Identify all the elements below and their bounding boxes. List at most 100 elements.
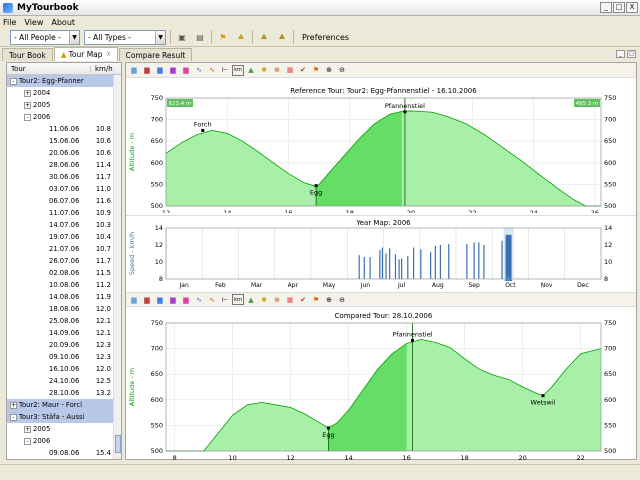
check-icon[interactable]: ✔ [297,65,309,76]
check-icon[interactable]: ✔ [297,294,309,305]
people-select[interactable]: - All People - ▼ [10,29,80,45]
tab-compare-result[interactable]: Compare Result [118,48,193,61]
tree-row[interactable]: 25.08.06 12.1 [7,315,121,327]
year-map-chart[interactable]: Year Map: 2006 Speed - km/h 8 8 10 10 12 12 14 14… [126,215,636,290]
speed-graph-icon[interactable]: ▆ [154,294,166,305]
pace-graph-icon[interactable]: ▆ [167,65,179,76]
gradient-graph-icon[interactable]: ∿ [206,65,218,76]
tree-row[interactable]: 19.07.06 10.4 [7,231,121,243]
zoom-fit-icon[interactable]: ▲ [245,294,257,305]
tree-row[interactable]: +2004 [7,87,121,99]
sync-icon[interactable]: ⊕ [271,65,283,76]
time-axis-icon[interactable]: ⊢ [219,65,231,76]
temperature-graph-icon[interactable]: ∿ [193,65,205,76]
tree-row[interactable]: 14.09.06 12.1 [7,327,121,339]
tree-row[interactable]: +2005 [7,423,121,435]
expand-icon[interactable]: + [24,425,31,433]
tree-row[interactable]: 16.10.06 12.0 [7,363,121,375]
marker-flag-icon[interactable]: ⚑ [310,294,322,305]
menu-about[interactable]: About [51,18,75,27]
expand-icon[interactable]: + [10,401,17,409]
expand-icon[interactable]: + [24,101,31,109]
heartbeat-graph-icon[interactable]: ▆ [141,294,153,305]
tree-row[interactable]: 02.08.06 11.5 [7,267,121,279]
reference-tour-chart[interactable]: Reference Tour: Tour2: Egg-Pfannenstiel … [126,78,636,217]
tour-type-select[interactable]: - All Types - ▼ [84,29,166,45]
collapse-icon[interactable]: - [10,77,17,85]
tree-row[interactable]: 26.07.06 11.7 [7,255,121,267]
scrollbar-thumb[interactable] [115,435,121,453]
heartbeat-graph-icon[interactable]: ▆ [141,65,153,76]
tree-row[interactable]: 20.09.06 12.3 [7,339,121,351]
tour-flag-icon[interactable]: ⚑ [216,30,230,44]
zoom-fit-icon[interactable]: ▲ [245,65,257,76]
tree-row[interactable]: 30.06.06 11.7 [7,171,121,183]
tree-row[interactable]: +2005 [7,99,121,111]
marker-flag-icon[interactable]: ⚑ [310,65,322,76]
tree-row[interactable]: 18.08.06 12.0 [7,303,121,315]
maximize-button[interactable]: □ [613,2,625,13]
close-tab-icon[interactable]: X [107,51,111,58]
expand-icon[interactable]: + [24,89,31,97]
power-graph-icon[interactable]: ▆ [180,65,192,76]
tab-tour-map[interactable]: ▲ Tour Map X [53,47,118,61]
tree-row[interactable]: 10.08.06 11.2 [7,279,121,291]
tree-row[interactable]: 20.06.06 10.6 [7,147,121,159]
zoom-in-icon[interactable]: ⊕ [323,65,335,76]
zoom-out-icon[interactable]: ⊖ [336,65,348,76]
pace-graph-icon[interactable]: ▆ [167,294,179,305]
tree-row[interactable]: 09.08.06 15.4 [7,447,121,459]
collapse-icon[interactable]: - [10,413,17,421]
power-graph-icon[interactable]: ▆ [180,294,192,305]
tree-row[interactable]: - Tour3: Stäfa - Aussi [7,411,121,423]
tree-row[interactable]: 28.10.06 13.2 [7,387,121,399]
tree-row[interactable]: 28.06.06 11.4 [7,159,121,171]
chart-options-icon[interactable]: ✱ [258,294,270,305]
column-header-speed[interactable]: km/h [91,65,113,73]
temperature-graph-icon[interactable]: ∿ [193,294,205,305]
chart-options-icon[interactable]: ✱ [258,65,270,76]
tree-row[interactable]: + Tour2: Maur - Forcl [7,399,121,411]
zoom-in-icon[interactable]: ⊕ [323,294,335,305]
tree-scrollbar[interactable] [113,75,121,459]
tree-row[interactable]: 11.06.06 10.8 [7,123,121,135]
speed-graph-icon[interactable]: ▆ [154,65,166,76]
tree-row[interactable]: 21.07.06 10.7 [7,243,121,255]
compared-tour-chart[interactable]: Compared Tour: 28.10.2006 Altitude - m 500… [126,307,636,462]
tree-row[interactable]: 06.07.06 11.6 [7,195,121,207]
collapse-icon[interactable]: - [24,113,31,121]
tree-row[interactable]: - Tour2: Egg-Pfanner [7,75,121,87]
tree-row[interactable]: 14.07.06 10.3 [7,219,121,231]
compare-tours-icon[interactable]: ⛰ [257,30,271,44]
calendar-icon[interactable]: ▤ [193,30,207,44]
tab-tour-book[interactable]: Tour Book [2,48,53,61]
tree-row[interactable]: -2006 [7,111,121,123]
tree-row[interactable]: 24.10.06 12.5 [7,375,121,387]
zoom-out-icon[interactable]: ⊖ [336,294,348,305]
distance-axis-icon[interactable]: km [232,64,244,76]
menu-view[interactable]: View [24,18,43,27]
tree-row[interactable]: 09.10.06 12.3 [7,351,121,363]
close-button[interactable]: X [626,2,638,13]
tree-row[interactable]: 11.07.06 10.9 [7,207,121,219]
minimize-view-icon[interactable]: _ [616,50,625,58]
minimize-button[interactable]: _ [600,2,612,13]
marker-icon[interactable]: ⛰ [234,30,248,44]
menu-file[interactable]: File [3,18,16,27]
tree-row[interactable]: -2006 [7,435,121,447]
sync-icon[interactable]: ⊕ [271,294,283,305]
import-device-icon[interactable]: ▣ [175,30,189,44]
altitude-graph-icon[interactable]: ▆ [128,294,140,305]
distance-axis-icon[interactable]: km [232,294,244,305]
tree-row[interactable]: 03.07.06 11.0 [7,183,121,195]
column-header-tour[interactable]: Tour [7,64,91,73]
preferences-button[interactable]: Preferences [302,33,349,42]
segment-colors-icon[interactable]: ▦ [284,294,296,305]
gradient-graph-icon[interactable]: ∿ [206,294,218,305]
maximize-view-icon[interactable]: □ [627,50,636,58]
collapse-icon[interactable]: - [24,437,31,445]
altitude-graph-icon[interactable]: ▆ [128,65,140,76]
segment-colors-icon[interactable]: ▦ [284,65,296,76]
time-axis-icon[interactable]: ⊢ [219,294,231,305]
tree-row[interactable]: 14.08.06 11.9 [7,291,121,303]
